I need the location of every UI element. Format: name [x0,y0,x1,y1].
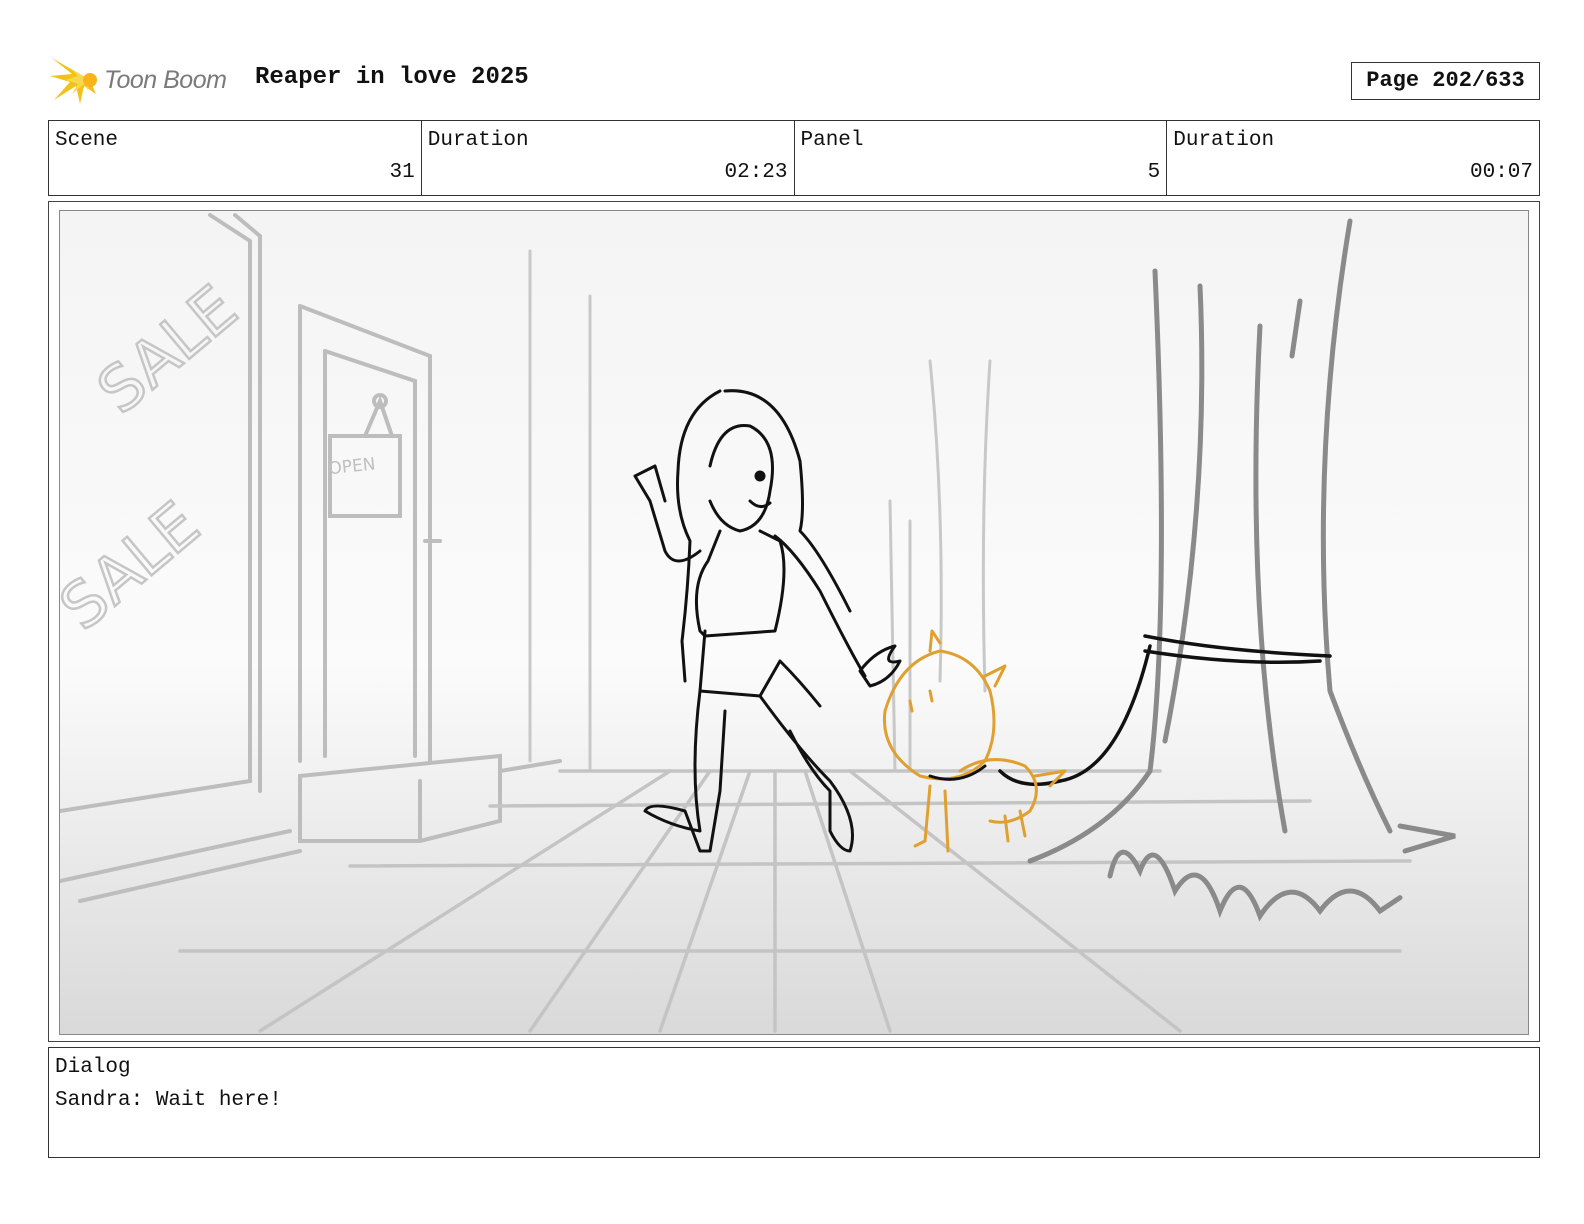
scene-value: 31 [389,161,415,184]
storyboard-panel-image: OPEN SALE SALE [59,210,1529,1035]
scene-duration-cell: Duration 02:23 [422,121,795,195]
panel-duration-label: Duration [1173,129,1275,152]
scene-duration-value: 02:23 [724,161,788,184]
toon-boom-star-icon [50,58,97,104]
panel-frame: OPEN SALE SALE [48,201,1540,1042]
panel-duration-value: 00:07 [1469,161,1533,184]
storyboard-sketch: OPEN SALE SALE [60,211,1528,1034]
panel-label: Panel [800,129,864,152]
scene-cell: Scene 31 [49,121,422,195]
panel-duration-cell: Duration 00:07 [1167,121,1539,195]
project-title: Reaper in love 2025 [255,64,529,91]
scene-info-table: Scene 31 Duration 02:23 Panel 5 Duration… [48,120,1540,196]
page-indicator: Page 202/633 [1351,62,1540,100]
panel-cell: Panel 5 [795,121,1168,195]
dialog-label: Dialog [55,1056,131,1079]
scene-label: Scene [55,129,119,152]
scene-duration-label: Duration [427,129,529,152]
dialog-box: Dialog Sandra: Wait here! [48,1047,1540,1158]
logo-text: Toon Boom [104,66,227,94]
panel-value: 5 [1147,161,1161,184]
dialog-text: Sandra: Wait here! [55,1089,282,1112]
toon-boom-logo: Toon Boom [50,54,240,106]
